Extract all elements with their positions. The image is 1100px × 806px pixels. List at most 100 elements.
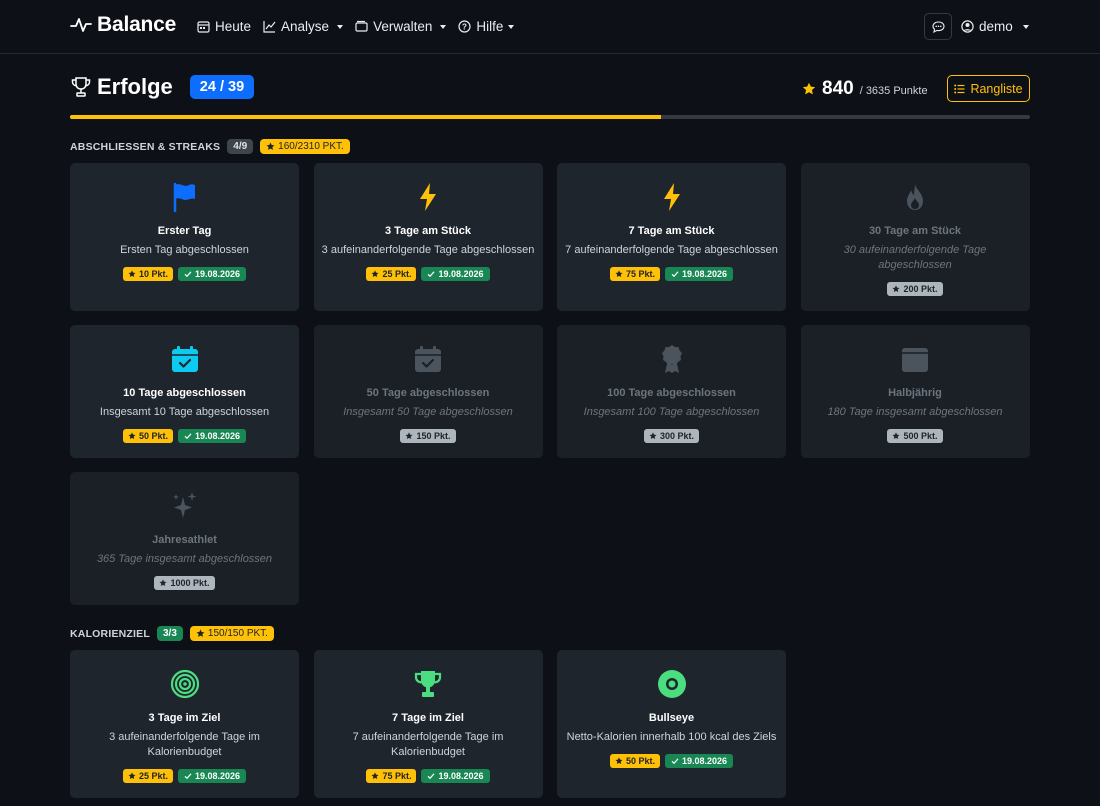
star-icon: [371, 772, 379, 780]
user-menu[interactable]: demo: [961, 19, 1029, 34]
section-count-badge: 3/3: [156, 626, 183, 641]
check-icon: [671, 271, 679, 278]
chat-button[interactable]: [924, 13, 952, 40]
points-badge: 50 Pkt.: [122, 429, 173, 443]
points-badge-label: 200 Pkt.: [903, 284, 938, 294]
section-points-badge: 150/150 PKT.: [189, 626, 274, 641]
achievement-badges: 500 Pkt.: [801, 429, 1030, 443]
points-badge-label: 500 Pkt.: [903, 431, 938, 441]
achievement-card[interactable]: 100 Tage abgeschlossen Insgesamt 100 Tage…: [557, 325, 786, 458]
achievement-card[interactable]: 7 Tage im Ziel 7 aufeinanderfolgende Tage…: [313, 650, 543, 798]
unlocked-date-badge: 19.08.2026: [177, 769, 247, 783]
nav-label: Heute: [215, 19, 252, 34]
wallet-icon: [355, 20, 368, 32]
calendar-icon: [197, 21, 210, 33]
section-points-label: 160/2310 PKT.: [278, 141, 344, 152]
svg-text:?: ?: [462, 22, 467, 31]
achievement-description: Insgesamt 50 Tage abgeschlossen: [343, 406, 513, 418]
check-icon: [428, 773, 435, 780]
achievement-description: Netto-Kalorien innerhalb 100 kcal des Zi…: [566, 731, 777, 743]
nav-item-heute[interactable]: Heute: [197, 19, 251, 34]
points-badge-label: 1000 Pkt.: [170, 578, 210, 588]
achievement-card[interactable]: 3 Tage im Ziel 3 aufeinanderfolgende Tage…: [70, 650, 299, 798]
achievement-description: Insgesamt 10 Tage abgeschlossen: [99, 406, 270, 418]
unlocked-date-label: 19.08.2026: [438, 269, 484, 279]
achievement-card[interactable]: 10 Tage abgeschlossen Insgesamt 10 Tage a…: [70, 325, 299, 458]
achievement-description: 365 Tage insgesamt abgeschlossen: [96, 553, 273, 565]
progress-fill: [70, 115, 661, 119]
sparkles-icon: [70, 489, 299, 523]
lightning-icon: [557, 180, 786, 214]
caret-down-icon: [337, 24, 344, 29]
nav-item-hilfe[interactable]: ? Hilfe: [458, 19, 515, 34]
achievement-card[interactable]: 30 Tage am Stück 30 aufeinanderfolgende T…: [800, 163, 1030, 311]
calendar-check-icon: [70, 342, 299, 376]
achievement-description: Insgesamt 100 Tage abgeschlossen: [583, 406, 760, 418]
unlocked-date-badge: 19.08.2026: [421, 769, 490, 783]
unlocked-date-badge: 19.08.2026: [177, 267, 247, 281]
section-title: KALORIENZIEL: [70, 627, 150, 640]
section-count-badge: 4/9: [227, 139, 254, 154]
calendar-icon: [801, 342, 1030, 376]
trophy-icon: [314, 667, 543, 701]
achievement-card[interactable]: Erster Tag Ersten Tag abgeschlossen 10 Pkt…: [70, 163, 299, 311]
fire-icon: [801, 180, 1030, 214]
unlocked-date-badge: 19.08.2026: [664, 267, 734, 281]
section-title: ABSCHLIESSEN & STREAKS: [70, 140, 221, 153]
award-icon: [557, 342, 786, 376]
chat-icon: [931, 20, 945, 33]
ranking-button[interactable]: Rangliste: [947, 75, 1030, 102]
achievement-badges: 75 Pkt. 19.08.2026: [314, 769, 543, 783]
check-icon: [184, 433, 192, 440]
achievement-name: 100 Tage abgeschlossen: [607, 387, 736, 399]
unlocked-date-badge: 19.08.2026: [177, 429, 247, 443]
achievement-badges: 200 Pkt.: [801, 282, 1030, 296]
question-circle-icon: ?: [458, 20, 471, 33]
achievement-badges: 75 Pkt. 19.08.2026: [557, 267, 786, 281]
check-icon: [184, 271, 192, 278]
unlocked-date-badge: 19.08.2026: [664, 754, 734, 768]
points-badge: 75 Pkt.: [366, 769, 417, 783]
points-badge-label: 25 Pkt.: [138, 771, 168, 781]
achievement-name: 3 Tage im Ziel: [148, 712, 221, 724]
page-title: Erfolge: [97, 74, 173, 99]
section-header-calorie-goal: KALORIENZIEL 3/3 150/150 PKT.: [70, 626, 274, 641]
brand-link[interactable]: Balance: [70, 13, 176, 37]
achievement-badges: 10 Pkt. 19.08.2026: [70, 267, 299, 281]
star-icon: [196, 629, 205, 637]
points-badge: 10 Pkt.: [122, 267, 173, 281]
achievement-badges: 150 Pkt.: [314, 429, 543, 443]
nav-item-verwalten[interactable]: Verwalten: [355, 19, 447, 34]
target-icon: [70, 667, 299, 701]
achievement-progress-bar: [70, 115, 1030, 119]
achievement-card[interactable]: Bullseye Netto-Kalorien innerhalb 100 kca…: [557, 650, 786, 798]
caret-down-icon: [1022, 24, 1029, 29]
achievement-card[interactable]: 7 Tage am Stück 7 aufeinanderfolgende Tag…: [557, 163, 786, 311]
points-value: 840: [822, 78, 854, 99]
star-icon: [615, 757, 623, 765]
achievement-description: 180 Tage insgesamt abgeschlossen: [827, 406, 1003, 418]
navbar: Balance Heute Analyse Verwalten ? Hilfe …: [0, 0, 1100, 54]
achievement-name: 7 Tage am Stück: [628, 225, 715, 237]
achievement-name: Bullseye: [648, 712, 695, 724]
achievement-name: 7 Tage im Ziel: [392, 712, 464, 724]
check-icon: [428, 271, 435, 278]
calendar-check-icon: [314, 342, 543, 376]
achievement-card[interactable]: Jahresathlet 365 Tage insgesamt abgeschlo…: [70, 472, 299, 605]
unlocked-date-label: 19.08.2026: [681, 756, 728, 766]
achievement-card[interactable]: 3 Tage am Stück 3 aufeinanderfolgende Tag…: [313, 163, 543, 311]
points-badge: 75 Pkt.: [609, 267, 660, 281]
points-badge-label: 50 Pkt.: [138, 431, 168, 441]
nav-item-analyse[interactable]: Analyse: [263, 19, 344, 34]
star-icon: [649, 432, 657, 440]
star-icon: [128, 772, 136, 780]
caret-down-icon: [440, 24, 447, 29]
lightning-icon: [314, 180, 543, 214]
caret-down-icon: [508, 24, 515, 29]
chart-line-icon: [263, 21, 276, 33]
achievement-card[interactable]: Halbjährig 180 Tage insgesamt abgeschloss…: [800, 325, 1030, 458]
star-icon: [266, 142, 275, 150]
achievement-card[interactable]: 50 Tage abgeschlossen Insgesamt 50 Tage a…: [313, 325, 543, 458]
unlocked-date-label: 19.08.2026: [681, 269, 728, 279]
star-icon: [159, 579, 167, 587]
